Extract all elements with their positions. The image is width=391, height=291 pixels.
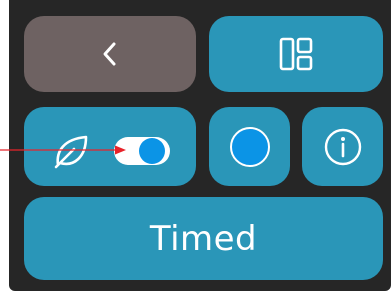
layout-grid-icon (279, 37, 313, 71)
timed-label: Timed (149, 218, 258, 259)
leaf-icon (54, 135, 88, 169)
color-circle-icon (229, 126, 270, 167)
info-icon (324, 128, 361, 165)
chevron-left-icon (103, 42, 116, 66)
color-button[interactable] (209, 107, 290, 186)
info-button[interactable] (302, 107, 383, 186)
eco-mode-button[interactable] (24, 107, 196, 186)
timed-button[interactable]: Timed (24, 197, 383, 280)
back-button[interactable] (24, 16, 196, 92)
eco-toggle-knob[interactable] (139, 138, 165, 164)
layout-button[interactable] (209, 16, 383, 92)
